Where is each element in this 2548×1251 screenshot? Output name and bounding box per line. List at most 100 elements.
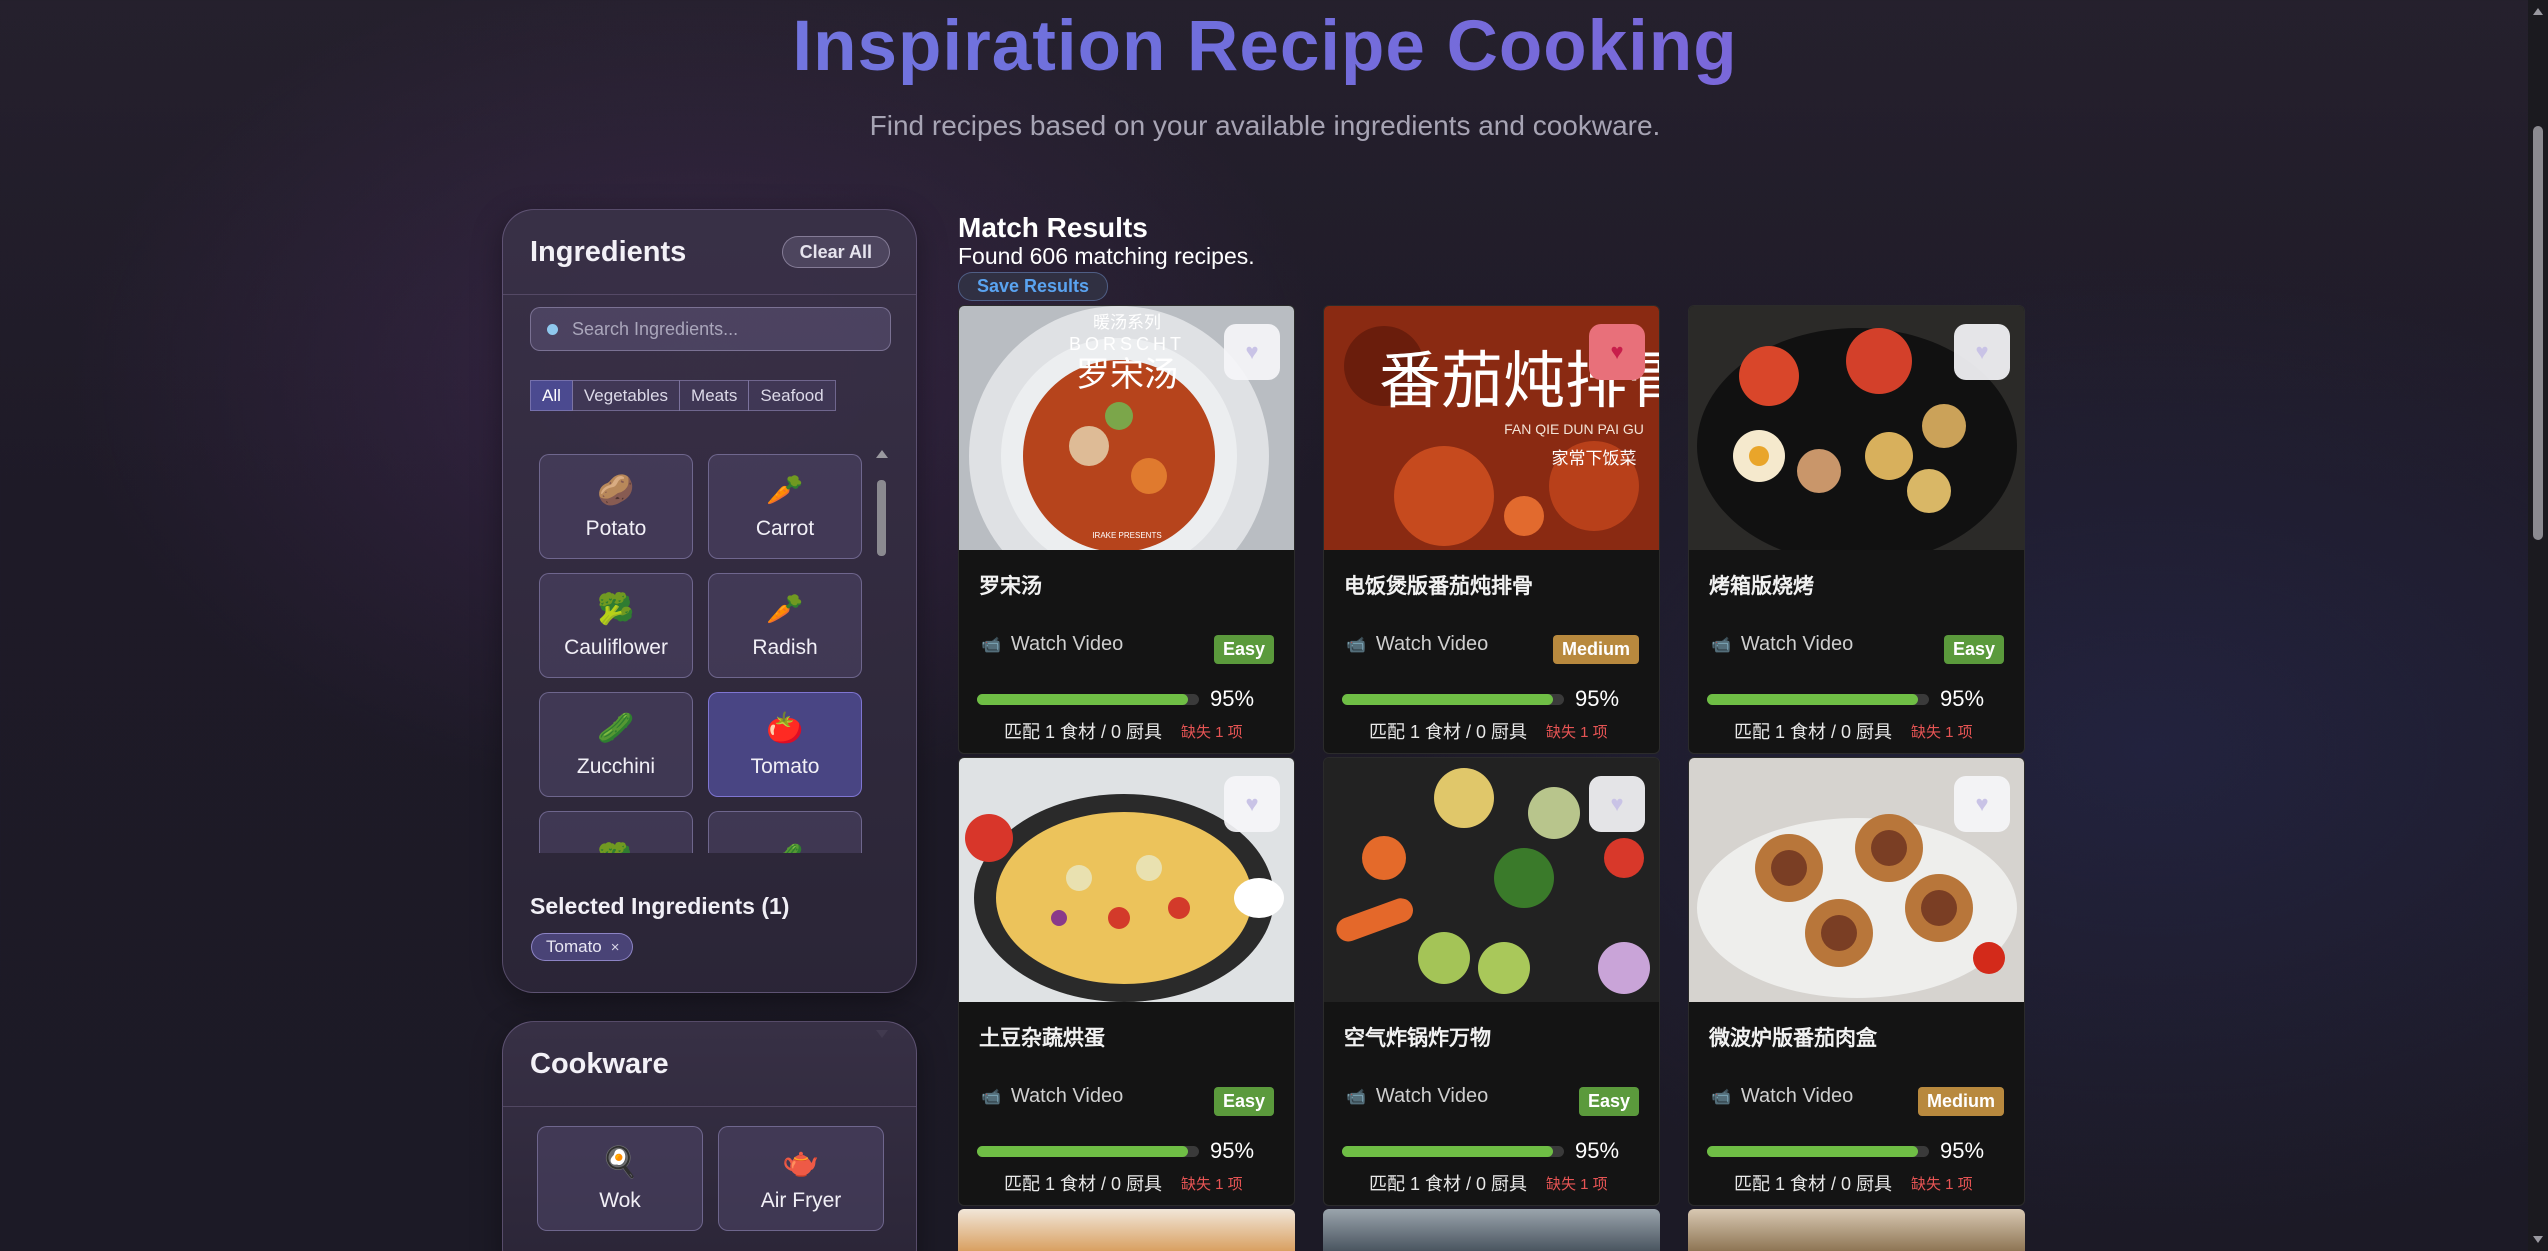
ingredient-card[interactable]: 🥕 Carrot	[708, 454, 862, 559]
match-percentage: 95%	[1210, 1138, 1255, 1163]
match-progress-fill	[1342, 694, 1553, 705]
recipe-card[interactable]: ♥ 微波炉版番茄肉盒 📹 Watch Video Medium 95% 匹配 1 食材 / …	[1688, 757, 2025, 1206]
match-progress-bar	[1707, 694, 1929, 705]
missing-detail: 缺失 1 项	[1911, 1176, 1973, 1193]
remove-chip-icon[interactable]: ×	[611, 939, 620, 956]
heart-icon: ♥	[1610, 791, 1624, 816]
recipe-image[interactable]: ♥	[1689, 758, 2024, 1002]
recipe-image[interactable]: ♥	[959, 758, 1294, 1002]
watch-video-link[interactable]: 📹 Watch Video	[1711, 1085, 1853, 1108]
results-title: Match Results	[958, 212, 1148, 243]
cookware-header: Cookware	[503, 1022, 916, 1107]
filter-tab-all[interactable]: All	[530, 380, 573, 411]
recipe-card[interactable]: ♥ 空气炸锅炸万物 📹 Watch Video Easy 95% 匹配 1 食材 / 0 厨…	[1323, 757, 1660, 1206]
favorite-button[interactable]: ♥	[1954, 776, 2010, 832]
video-camera-icon: 📹	[1346, 1088, 1366, 1106]
cookware-label: Air Fryer	[760, 1188, 842, 1212]
filter-tab-meats[interactable]: Meats	[679, 380, 750, 411]
match-detail: 匹配 1 食材 / 0 厨具	[1004, 1174, 1163, 1194]
match-percentage: 95%	[1575, 686, 1620, 711]
image-caption: FAN QIE DUN PAI GU	[1504, 421, 1644, 437]
match-detail: 匹配 1 食材 / 0 厨具	[1734, 1174, 1893, 1194]
recipe-name[interactable]: 土豆杂蔬烘蛋	[979, 1022, 1105, 1052]
favorite-button[interactable]: ♥	[1224, 324, 1280, 380]
watch-video-link[interactable]: 📹 Watch Video	[981, 633, 1123, 656]
favorite-button[interactable]: ♥	[1954, 324, 2010, 380]
ingredient-label: Carrot	[755, 516, 815, 540]
ingredient-card[interactable]: 🥔 Potato	[539, 454, 693, 559]
cookware-icon: 🍳	[601, 1145, 639, 1179]
ingredient-card[interactable]: 🥒 Zucchini	[539, 692, 693, 797]
missing-detail: 缺失 1 项	[1911, 724, 1973, 741]
recipe-card-partial[interactable]	[958, 1209, 1295, 1251]
recipe-card[interactable]: ♥ 烤箱版烧烤 📹 Watch Video Easy 95% 匹配 1 食材 / 0 厨具 缺…	[1688, 305, 2025, 754]
cookware-panel: Cookware 🍳 Wok 🫖 Air Fryer	[502, 1021, 917, 1251]
scroll-up-arrow-icon[interactable]	[876, 450, 888, 458]
favorite-button[interactable]: ♥	[1589, 776, 1645, 832]
cookware-icon: 🫖	[782, 1145, 820, 1179]
match-progress-fill	[1707, 694, 1918, 705]
recipe-name[interactable]: 电饭煲版番茄炖排骨	[1344, 570, 1533, 600]
recipe-card[interactable]: 番茄炖排骨 FAN QIE DUN PAI GU 家常下饭菜 ♥ 电饭煲版番茄炖排…	[1323, 305, 1660, 754]
scrollbar-thumb[interactable]	[877, 480, 886, 556]
cookware-card[interactable]: 🍳 Wok	[537, 1126, 703, 1231]
difficulty-badge: Medium	[1917, 1087, 2004, 1116]
recipe-image[interactable]: ♥	[1689, 306, 2024, 550]
watch-video-link[interactable]: 📹 Watch Video	[1346, 1085, 1488, 1108]
page-scrollbar[interactable]	[2528, 0, 2548, 1251]
recipe-image[interactable]: 番茄炖排骨 FAN QIE DUN PAI GU 家常下饭菜 ♥	[1324, 306, 1659, 550]
watch-video-link[interactable]: 📹 Watch Video	[1346, 633, 1488, 656]
ingredient-card[interactable]: 🍅 Tomato	[708, 692, 862, 797]
ingredients-header: Ingredients Clear All	[503, 210, 916, 295]
recipe-image[interactable]: ♥	[1324, 758, 1659, 1002]
recipe-card-partial[interactable]	[1323, 1209, 1660, 1251]
recipe-name[interactable]: 微波炉版番茄肉盒	[1709, 1022, 1877, 1052]
watch-video-label: Watch Video	[1740, 1085, 1854, 1107]
ingredient-icon: 🥒	[766, 842, 803, 854]
recipe-card-partial[interactable]	[1688, 1209, 2025, 1251]
cookware-card[interactable]: 🫖 Air Fryer	[718, 1126, 884, 1231]
recipe-card[interactable]: ♥ 土豆杂蔬烘蛋 📹 Watch Video Easy 95% 匹配 1 食材 / 0 厨具…	[958, 757, 1295, 1206]
scrollbar-thumb[interactable]	[2533, 126, 2543, 540]
match-detail: 匹配 1 食材 / 0 厨具	[1004, 722, 1163, 742]
match-percentage: 95%	[1940, 686, 1985, 711]
ingredient-icon: 🍅	[766, 711, 804, 745]
recipe-name[interactable]: 烤箱版烧烤	[1709, 570, 1814, 600]
scroll-down-arrow-icon[interactable]	[2533, 1236, 2543, 1243]
ingredient-card[interactable]: 🥦	[539, 811, 693, 853]
heart-icon: ♥	[1245, 339, 1259, 364]
watch-video-link[interactable]: 📹 Watch Video	[981, 1085, 1123, 1108]
recipe-name[interactable]: 罗宋汤	[979, 570, 1042, 600]
ingredient-search-input[interactable]	[572, 318, 872, 340]
recipe-name[interactable]: 空气炸锅炸万物	[1344, 1022, 1491, 1052]
ingredient-card[interactable]: 🥒	[708, 811, 862, 853]
recipe-card[interactable]: 暖汤系列 BORSCHT 罗宋汤 IRAKE PRESENTS ♥ 罗宋汤 📹 Wat…	[958, 305, 1295, 754]
difficulty-badge: Easy	[1213, 1087, 1274, 1116]
ingredient-card[interactable]: 🥕 Radish	[708, 573, 862, 678]
ingredient-icon: 🥕	[766, 592, 804, 626]
recipe-image[interactable]: 暖汤系列 BORSCHT 罗宋汤 IRAKE PRESENTS ♥	[959, 306, 1294, 550]
recipe-grid: 暖汤系列 BORSCHT 罗宋汤 IRAKE PRESENTS ♥ 罗宋汤 📹 Wat…	[958, 305, 2025, 1206]
match-progress-fill	[977, 1146, 1188, 1157]
match-progress-bar	[1342, 694, 1564, 705]
clear-all-button[interactable]: Clear All	[781, 236, 890, 268]
missing-detail: 缺失 1 项	[1181, 724, 1243, 741]
missing-detail: 缺失 1 项	[1546, 724, 1608, 741]
match-progress-bar	[977, 1146, 1199, 1157]
scroll-up-arrow-icon[interactable]	[2533, 8, 2543, 15]
ingredients-title: Ingredients	[530, 235, 687, 268]
favorite-button[interactable]: ♥	[1589, 324, 1645, 380]
ingredient-icon: 🥦	[597, 842, 634, 854]
favorite-button[interactable]: ♥	[1224, 776, 1280, 832]
filter-tab-vegetables[interactable]: Vegetables	[571, 380, 681, 411]
match-percentage: 95%	[1210, 686, 1255, 711]
image-caption: IRAKE PRESENTS	[1092, 531, 1161, 540]
chip-label: Tomato	[546, 937, 602, 956]
watch-video-link[interactable]: 📹 Watch Video	[1711, 633, 1853, 656]
save-results-button[interactable]: Save Results	[958, 272, 1109, 301]
ingredient-search[interactable]	[530, 307, 891, 351]
match-detail: 匹配 1 食材 / 0 厨具	[1369, 722, 1528, 742]
ingredient-list-scrollbar[interactable]	[871, 443, 891, 1038]
ingredient-card[interactable]: 🥦 Cauliflower	[539, 573, 693, 678]
filter-tab-seafood[interactable]: Seafood	[748, 380, 836, 411]
